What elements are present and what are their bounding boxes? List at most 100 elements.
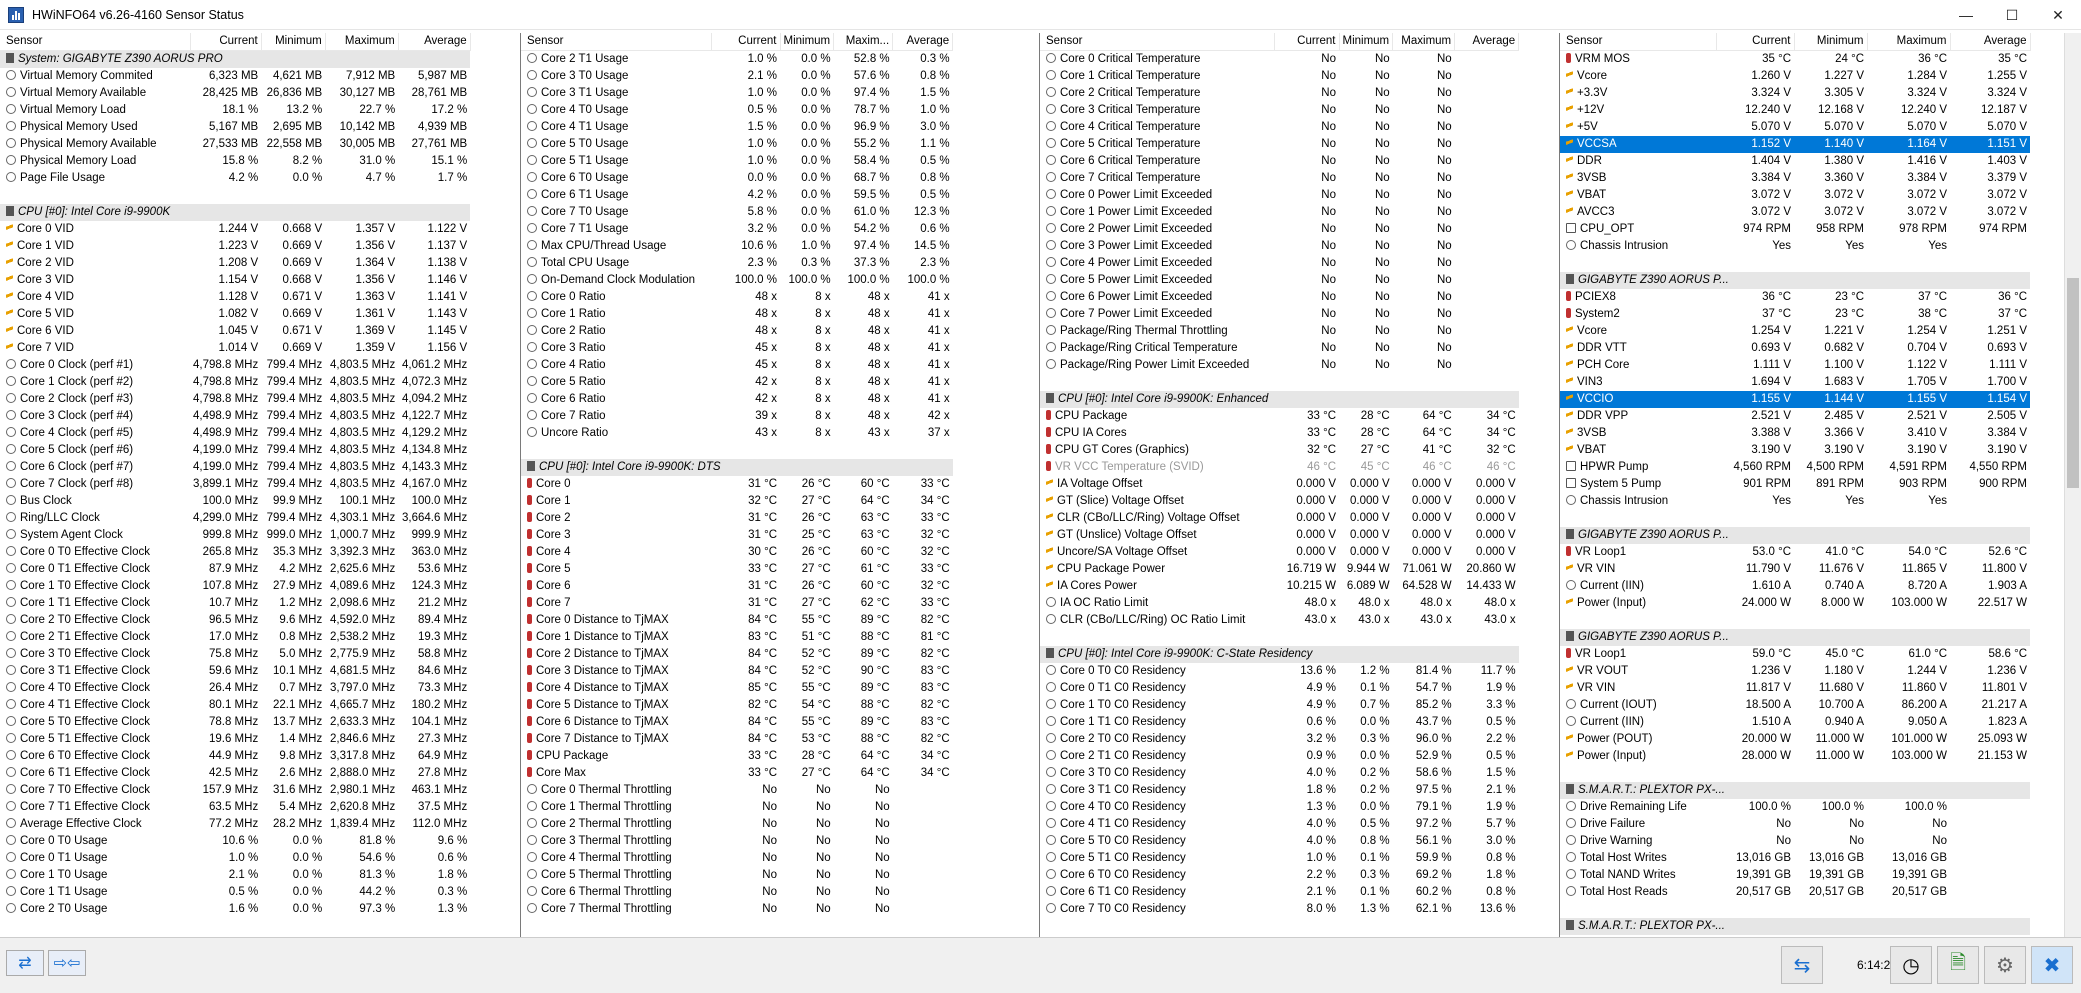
sensor-row[interactable]: VR Loop1 59.0 °C 45.0 °C 61.0 °C 58.6 °C bbox=[1560, 646, 2030, 663]
sensor-row[interactable]: Core 4 T1 Effective Clock 80.1 MHz 22.1 MH… bbox=[0, 697, 470, 714]
sensor-row[interactable]: Core 3 T1 Effective Clock 59.6 MHz 10.1 MH… bbox=[0, 663, 470, 680]
sensor-row[interactable]: Core 3 T1 Usage 1.0 % 0.0 % 97.4 % 1.5 % bbox=[521, 85, 953, 102]
sensor-row[interactable]: Core 4 T1 C0 Residency 4.0 % 0.5 % 97.2 % 5.… bbox=[1040, 816, 1519, 833]
sensor-row[interactable]: Power (Input) 24.000 W 8.000 W 103.000 W 22.… bbox=[1560, 595, 2030, 612]
sensor-row[interactable]: System Agent Clock 999.8 MHz 999.0 MHz 1,00… bbox=[0, 527, 470, 544]
sensor-row[interactable]: Core 5 VID 1.082 V 0.669 V 1.361 V 1.143 V bbox=[0, 306, 470, 323]
sensor-row[interactable]: Package/Ring Thermal Throttling No No No bbox=[1040, 323, 1519, 340]
sensor-row[interactable]: CPU GT Cores (Graphics) 32 °C 27 °C 41 °C 32… bbox=[1040, 442, 1519, 459]
sensor-row[interactable]: Core 3 T0 Effective Clock 75.8 MHz 5.0 MHz… bbox=[0, 646, 470, 663]
sensor-row[interactable]: Core 2 Power Limit Exceeded No No No bbox=[1040, 221, 1519, 238]
sensor-pane-4[interactable]: Sensor Current Minimum Maximum Average VRM MO… bbox=[1560, 33, 2081, 937]
sensor-row[interactable]: Core 0 T1 Effective Clock 87.9 MHz 4.2 MHz… bbox=[0, 561, 470, 578]
sensor-row[interactable]: CPU Package Power 16.719 W 9.944 W 71.061 W… bbox=[1040, 561, 1519, 578]
sensor-row[interactable]: AVCC3 3.072 V 3.072 V 3.072 V 3.072 V bbox=[1560, 204, 2030, 221]
sensor-row[interactable]: Bus Clock 100.0 MHz 99.9 MHz 100.1 MHz 100.0… bbox=[0, 493, 470, 510]
sensor-group-header[interactable]: S.M.A.R.T.: PLEXTOR PX-... bbox=[1560, 782, 2030, 799]
sensor-row[interactable]: Core 6 T1 Effective Clock 42.5 MHz 2.6 MHz… bbox=[0, 765, 470, 782]
sensor-row[interactable]: Core 4 Power Limit Exceeded No No No bbox=[1040, 255, 1519, 272]
sensor-row[interactable]: Core 5 T0 Effective Clock 78.8 MHz 13.7 MH… bbox=[0, 714, 470, 731]
sensor-row[interactable]: Core 3 Thermal Throttling No No No bbox=[521, 833, 953, 850]
sensor-pane-3[interactable]: Sensor Current Minimum Maximum Average Core 0… bbox=[1040, 33, 1560, 937]
sensor-row[interactable]: Page File Usage 4.2 % 0.0 % 4.7 % 1.7 % bbox=[0, 170, 470, 187]
sensor-row[interactable]: Core 1 T1 Usage 0.5 % 0.0 % 44.2 % 0.3 % bbox=[0, 884, 470, 901]
sensor-row[interactable]: CPU IA Cores 33 °C 28 °C 64 °C 34 °C bbox=[1040, 425, 1519, 442]
sensor-row[interactable]: Core 5 Power Limit Exceeded No No No bbox=[1040, 272, 1519, 289]
sensor-row[interactable]: Core 5 T1 Effective Clock 19.6 MHz 1.4 MHz… bbox=[0, 731, 470, 748]
column-header[interactable]: Maximum bbox=[1392, 33, 1456, 51]
sensor-row[interactable]: Core 1 T0 C0 Residency 4.9 % 0.7 % 85.2 % 3.… bbox=[1040, 697, 1519, 714]
sensor-row[interactable]: Core 7 Critical Temperature No No No bbox=[1040, 170, 1519, 187]
sensor-row[interactable]: Core 0 Thermal Throttling No No No bbox=[521, 782, 953, 799]
sensor-row[interactable]: DDR VPP 2.521 V 2.485 V 2.521 V 2.505 V bbox=[1560, 408, 2030, 425]
sensor-row[interactable]: Physical Memory Load 15.8 % 8.2 % 31.0 % 15.… bbox=[0, 153, 470, 170]
sensor-row[interactable]: Current (IIN) 1.510 A 0.940 A 9.050 A 1.823 … bbox=[1560, 714, 2030, 731]
sensor-row[interactable]: Core 6 VID 1.045 V 0.671 V 1.369 V 1.145 V bbox=[0, 323, 470, 340]
sensor-pane-2[interactable]: Sensor Current Minimum Maxim... Average Core … bbox=[521, 33, 1040, 937]
sensor-group-header[interactable]: GIGABYTE Z390 AORUS P... bbox=[1560, 272, 2030, 289]
sensor-row[interactable]: Core 5 Critical Temperature No No No bbox=[1040, 136, 1519, 153]
sensor-row[interactable]: Core 4 T0 Effective Clock 26.4 MHz 0.7 MHz… bbox=[0, 680, 470, 697]
sensor-row[interactable]: GT (Unslice) Voltage Offset 0.000 V 0.000 … bbox=[1040, 527, 1519, 544]
sensor-row[interactable]: Core 2 Thermal Throttling No No No bbox=[521, 816, 953, 833]
close-window-button[interactable]: ✕ bbox=[2035, 0, 2081, 30]
sensor-row[interactable]: Current (IIN) 1.610 A 0.740 A 8.720 A 1.903 … bbox=[1560, 578, 2030, 595]
sensor-row[interactable]: Power (POUT) 20.000 W 11.000 W 101.000 W 25.… bbox=[1560, 731, 2030, 748]
sensor-row[interactable]: Core 1 Ratio 48 x 8 x 48 x 41 x bbox=[521, 306, 953, 323]
sensor-row[interactable]: Core 6 T1 C0 Residency 2.1 % 0.1 % 60.2 % 0.… bbox=[1040, 884, 1519, 901]
sensor-row[interactable]: Vcore 1.254 V 1.221 V 1.254 V 1.251 V bbox=[1560, 323, 2030, 340]
sensor-row[interactable]: IA Voltage Offset 0.000 V 0.000 V 0.000 V 0.… bbox=[1040, 476, 1519, 493]
sensor-row[interactable]: HPWR Pump 4,560 RPM 4,500 RPM 4,591 RPM 4,55… bbox=[1560, 459, 2030, 476]
sensor-row[interactable]: Drive Failure No No No bbox=[1560, 816, 2030, 833]
column-header[interactable]: Sensor bbox=[1040, 33, 1275, 51]
sensor-row[interactable]: Core 3 Clock (perf #4) 4,498.9 MHz 799.4 M… bbox=[0, 408, 470, 425]
sensor-row[interactable]: Core 0 T0 C0 Residency 13.6 % 1.2 % 81.4 % 1… bbox=[1040, 663, 1519, 680]
column-header[interactable]: Average bbox=[398, 33, 471, 51]
sensor-group-header[interactable]: CPU [#0]: Intel Core i9-9900K: Enhanced bbox=[1040, 391, 1519, 408]
sensor-row[interactable]: Core 6 Ratio 42 x 8 x 48 x 41 x bbox=[521, 391, 953, 408]
sensor-row[interactable]: PCIEX8 36 °C 23 °C 37 °C 36 °C bbox=[1560, 289, 2030, 306]
minimize-button[interactable]: — bbox=[1943, 0, 1989, 30]
sensor-group-header[interactable]: GIGABYTE Z390 AORUS P... bbox=[1560, 629, 2030, 646]
sensor-row[interactable]: VCCSA 1.152 V 1.140 V 1.164 V 1.151 V bbox=[1560, 136, 2030, 153]
sensor-row[interactable]: Chassis Intrusion Yes Yes Yes bbox=[1560, 493, 2030, 510]
logging-button[interactable]: 🗎 bbox=[1937, 946, 1979, 984]
sensor-row[interactable]: VBAT 3.072 V 3.072 V 3.072 V 3.072 V bbox=[1560, 187, 2030, 204]
sensor-row[interactable]: VCCIO 1.155 V 1.144 V 1.155 V 1.154 V bbox=[1560, 391, 2030, 408]
sensor-row[interactable]: Core 5 T1 Usage 1.0 % 0.0 % 58.4 % 0.5 % bbox=[521, 153, 953, 170]
sensor-row[interactable]: Core 7 T0 Effective Clock 157.9 MHz 31.6 M… bbox=[0, 782, 470, 799]
vertical-scrollbar[interactable] bbox=[2064, 33, 2081, 937]
sensor-row[interactable]: Core 3 T1 C0 Residency 1.8 % 0.2 % 97.5 % 2.… bbox=[1040, 782, 1519, 799]
sensor-group-header[interactable]: CPU [#0]: Intel Core i9-9900K: DTS bbox=[521, 459, 953, 476]
sensor-row[interactable]: Core Max 33 °C 27 °C 64 °C 34 °C bbox=[521, 765, 953, 782]
sensor-row[interactable]: Core 4 Ratio 45 x 8 x 48 x 41 x bbox=[521, 357, 953, 374]
sensor-row[interactable]: Core 5 Clock (perf #6) 4,199.0 MHz 799.4 M… bbox=[0, 442, 470, 459]
sensor-row[interactable]: Uncore Ratio 43 x 8 x 43 x 37 x bbox=[521, 425, 953, 442]
sensor-row[interactable]: VBAT 3.190 V 3.190 V 3.190 V 3.190 V bbox=[1560, 442, 2030, 459]
sensor-row[interactable]: Core 4 Thermal Throttling No No No bbox=[521, 850, 953, 867]
column-header[interactable]: Minimum bbox=[1794, 33, 1868, 51]
sensor-row[interactable]: Core 1 T0 Usage 2.1 % 0.0 % 81.3 % 1.8 % bbox=[0, 867, 470, 884]
sensor-row[interactable]: VR VIN 11.817 V 11.680 V 11.860 V 11.801 V bbox=[1560, 680, 2030, 697]
sensor-row[interactable]: +3.3V 3.324 V 3.305 V 3.324 V 3.324 V bbox=[1560, 85, 2030, 102]
sensor-row[interactable]: Total Host Reads 20,517 GB 20,517 GB 20,517… bbox=[1560, 884, 2030, 901]
sensor-row[interactable]: Core 6 Distance to TjMAX 84 °C 55 °C 89 °C 8… bbox=[521, 714, 953, 731]
sensor-row[interactable]: Core 7 Power Limit Exceeded No No No bbox=[1040, 306, 1519, 323]
sensor-row[interactable]: +12V 12.240 V 12.168 V 12.240 V 12.187 V bbox=[1560, 102, 2030, 119]
sensor-row[interactable]: Total NAND Writes 19,391 GB 19,391 GB 19,39… bbox=[1560, 867, 2030, 884]
column-header[interactable]: Average bbox=[892, 33, 954, 51]
column-header[interactable]: Sensor bbox=[1560, 33, 1717, 51]
sensor-row[interactable]: Total CPU Usage 2.3 % 0.3 % 37.3 % 2.3 % bbox=[521, 255, 953, 272]
sensor-row[interactable]: Core 0 Distance to TjMAX 84 °C 55 °C 89 °C 8… bbox=[521, 612, 953, 629]
sensor-row[interactable]: Core 3 T0 C0 Residency 4.0 % 0.2 % 58.6 % 1.… bbox=[1040, 765, 1519, 782]
sensor-row[interactable]: On-Demand Clock Modulation 100.0 % 100.0 %… bbox=[521, 272, 953, 289]
sensor-row[interactable]: Core 3 Distance to TjMAX 84 °C 52 °C 90 °C 8… bbox=[521, 663, 953, 680]
sensor-row[interactable]: Core 6 Power Limit Exceeded No No No bbox=[1040, 289, 1519, 306]
sensor-row[interactable]: IA Cores Power 10.215 W 6.089 W 64.528 W 14.… bbox=[1040, 578, 1519, 595]
sensor-row[interactable]: CLR (CBo/LLC/Ring) OC Ratio Limit 43.0 x 4… bbox=[1040, 612, 1519, 629]
sensor-row[interactable]: Core 0 T0 Usage 10.6 % 0.0 % 81.8 % 9.6 % bbox=[0, 833, 470, 850]
sensor-row[interactable]: Core 2 T1 Usage 1.0 % 0.0 % 52.8 % 0.3 % bbox=[521, 51, 953, 69]
close-sensors-button[interactable]: ✖ bbox=[2031, 946, 2073, 984]
sensor-row[interactable]: Core 7 Thermal Throttling No No No bbox=[521, 901, 953, 918]
sensor-row[interactable]: Core 5 33 °C 27 °C 61 °C 33 °C bbox=[521, 561, 953, 578]
